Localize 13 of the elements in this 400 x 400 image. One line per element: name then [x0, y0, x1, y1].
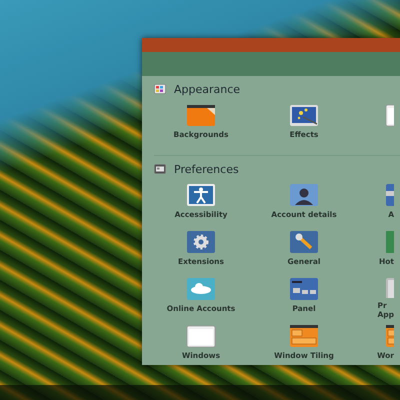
wrench-icon[interactable]	[289, 230, 319, 254]
accessibility-icon[interactable]	[186, 183, 216, 207]
magic-wand-icon[interactable]	[289, 103, 319, 127]
tiled-window-icon[interactable]	[289, 324, 319, 348]
folder-icon[interactable]	[186, 103, 216, 127]
person-icon[interactable]	[289, 183, 319, 207]
palette-icon	[154, 84, 166, 94]
cloud-icon[interactable]	[186, 277, 216, 301]
section-title: Appearance	[174, 82, 240, 96]
panel-icon[interactable]	[289, 277, 319, 301]
section-title: Preferences	[174, 162, 239, 176]
gear-icon[interactable]	[186, 230, 216, 254]
preferences-icon	[154, 164, 166, 174]
